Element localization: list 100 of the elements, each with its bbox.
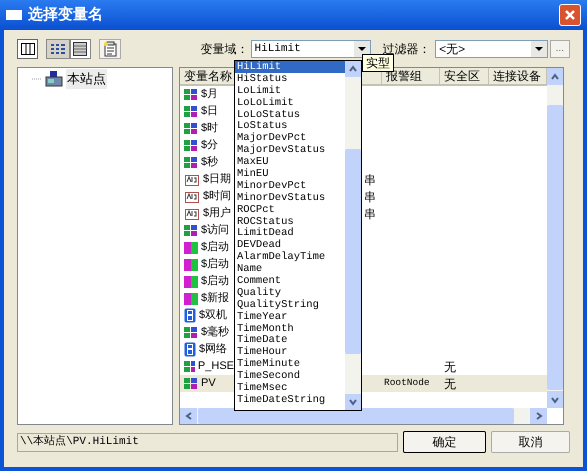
- filter-label: 过滤器：: [382, 41, 432, 57]
- dropdown-item[interactable]: TimeDateString: [235, 394, 345, 406]
- dropdown-item[interactable]: Name: [235, 263, 345, 276]
- variable-name[interactable]: $访问: [201, 222, 230, 239]
- computer-icon: [45, 71, 63, 87]
- dropdown-item[interactable]: MajorDevStatus: [235, 144, 345, 156]
- ok-button[interactable]: 确定: [402, 431, 486, 453]
- domain-label: 变量域：: [200, 41, 248, 58]
- dropdown-item[interactable]: MinorDevStatus: [235, 192, 345, 204]
- variable-name[interactable]: $启动: [201, 256, 230, 273]
- variable-name[interactable]: $网络: [199, 341, 228, 358]
- scroll-up-icon: [349, 65, 357, 73]
- digit-icon: [184, 308, 196, 323]
- scroll-thumb[interactable]: [345, 149, 361, 354]
- dropdown-item[interactable]: MinorDevPct: [235, 180, 345, 192]
- table-cell-text: 串: [363, 206, 377, 222]
- connector-line: [32, 78, 42, 80]
- scroll-left-icon: [184, 412, 192, 420]
- dropdown-item[interactable]: DEVDead: [235, 239, 345, 252]
- dropdown-item[interactable]: AlarmDelayTime: [235, 251, 345, 264]
- close-icon: [564, 9, 576, 21]
- dropdown-item[interactable]: TimeMsec: [235, 382, 345, 394]
- variable-name[interactable]: $启动: [201, 273, 230, 290]
- vertical-scrollbar[interactable]: [547, 68, 563, 408]
- counter-icon: [184, 292, 198, 304]
- dropdown-item[interactable]: LoLoLimit: [235, 96, 345, 109]
- variable-name[interactable]: $启动: [201, 239, 230, 256]
- view-button[interactable]: [17, 39, 38, 59]
- variable-name[interactable]: $毫秒: [201, 324, 230, 341]
- dropdown-item[interactable]: TimeYear: [235, 310, 345, 323]
- list-icon: [50, 43, 66, 55]
- path-field: \\本站点\PV.HiLimit: [17, 432, 398, 452]
- counter-icon: [184, 258, 198, 270]
- scroll-thumb[interactable]: [547, 105, 563, 390]
- dropdown-item[interactable]: ROCPct: [235, 204, 345, 216]
- scroll-down-icon: [349, 398, 357, 406]
- variable-icon: [184, 224, 198, 236]
- dropdown-item[interactable]: HiStatus: [235, 72, 345, 85]
- variable-name[interactable]: $日期: [203, 171, 232, 188]
- dropdown-item[interactable]: LoLimit: [235, 84, 345, 97]
- table-cell: 无: [440, 375, 489, 392]
- dropdown-item[interactable]: ROCStatus: [235, 216, 345, 228]
- variable-icon: [184, 88, 198, 100]
- variable-name[interactable]: $时间: [203, 188, 232, 205]
- close-button[interactable]: [559, 4, 581, 26]
- dropdown-item[interactable]: LimitDead: [235, 227, 345, 240]
- dropdown-item[interactable]: HiLimit: [235, 61, 345, 73]
- dropdown-item[interactable]: TimeMinute: [235, 358, 345, 370]
- variable-name[interactable]: P_HSE: [198, 358, 234, 375]
- variable-name[interactable]: $月: [201, 86, 218, 103]
- filter-combo[interactable]: <无>: [435, 40, 548, 58]
- dropdown-item[interactable]: QualityString: [235, 298, 345, 311]
- details-view-button[interactable]: [70, 39, 92, 59]
- dropdown-item[interactable]: MinEU: [235, 168, 345, 180]
- dropdown-item[interactable]: Quality: [235, 286, 345, 299]
- string-icon: [184, 173, 200, 186]
- dropdown-item[interactable]: MajorDevPct: [235, 132, 345, 144]
- counter-icon: [184, 276, 198, 288]
- column-header[interactable]: 安全区: [440, 68, 489, 86]
- dropdown-item[interactable]: LoStatus: [235, 120, 345, 132]
- properties-button[interactable]: [99, 39, 120, 59]
- tree-item[interactable]: 本站点: [66, 69, 107, 89]
- dropdown-item[interactable]: LoLoStatus: [235, 108, 345, 120]
- variable-icon: [184, 140, 198, 152]
- variable-name[interactable]: $秒: [201, 154, 218, 171]
- table-cell-text: 串: [363, 188, 377, 205]
- table-cell: [489, 375, 547, 392]
- columns-icon: [20, 43, 35, 55]
- dropdown-item[interactable]: TimeMonth: [235, 322, 345, 334]
- variable-icon: [184, 326, 198, 338]
- window-icon: [6, 10, 22, 20]
- variable-name[interactable]: $双机: [199, 307, 228, 324]
- domain-combo[interactable]: HiLimit: [250, 40, 371, 58]
- variable-icon: [184, 106, 198, 118]
- dropdown-item[interactable]: TimeHour: [235, 346, 345, 358]
- string-icon: [184, 207, 200, 220]
- variable-name[interactable]: $时: [201, 120, 218, 137]
- scroll-down-icon: [551, 396, 559, 404]
- scroll-right-icon: [534, 412, 542, 420]
- cancel-button[interactable]: 取消: [491, 431, 570, 453]
- dropdown-item[interactable]: TimeDate: [235, 334, 345, 346]
- variable-name[interactable]: $分: [201, 137, 218, 154]
- dropdown-item[interactable]: MaxEU: [235, 156, 345, 168]
- table-cell-text: 串: [363, 172, 377, 188]
- dropdown-scrollbar[interactable]: [345, 61, 361, 410]
- browse-button[interactable]: ...: [550, 40, 570, 58]
- dropdown-item[interactable]: Comment: [235, 275, 345, 287]
- variable-name[interactable]: $新报: [201, 290, 230, 307]
- variable-name[interactable]: $日: [201, 103, 218, 120]
- variable-icon: [184, 122, 198, 134]
- list-view-button[interactable]: [46, 39, 70, 59]
- dropdown-item[interactable]: TimeSecond: [235, 370, 345, 382]
- window-title: 选择变量名: [28, 4, 103, 25]
- table-cell: RootNode: [382, 375, 440, 392]
- variable-name[interactable]: $用户: [203, 205, 232, 222]
- details-icon: [73, 42, 88, 56]
- tooltip: 实型: [362, 54, 394, 72]
- counter-icon: [184, 242, 198, 254]
- column-header[interactable]: 连接设备: [489, 68, 547, 86]
- table-cell: [360, 375, 382, 392]
